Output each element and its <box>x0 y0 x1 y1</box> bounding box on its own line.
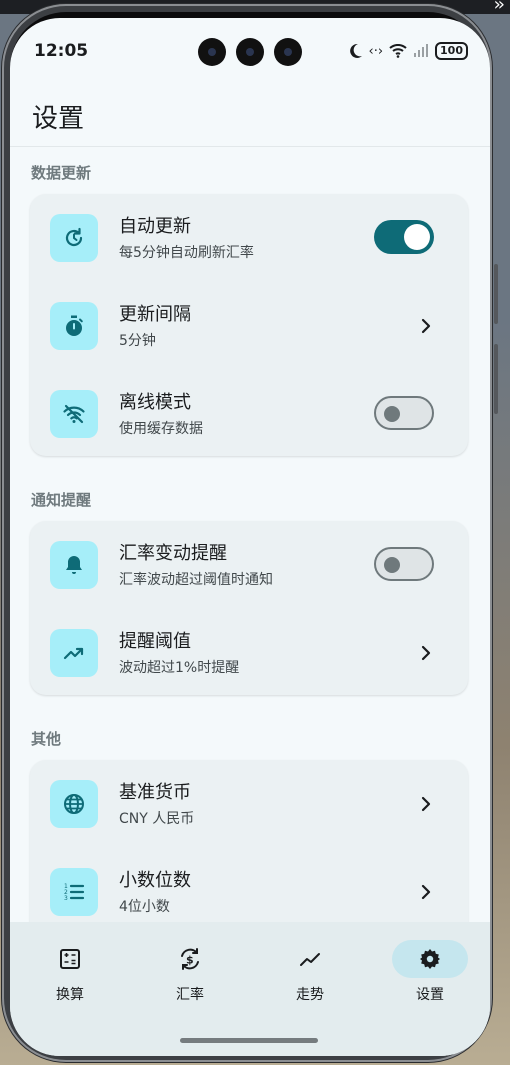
camera-lens-icon <box>236 38 264 66</box>
svg-text:3: 3 <box>64 895 68 902</box>
timer-icon <box>50 302 98 350</box>
setting-subtitle: 汇率波动超过阈值时通知 <box>119 572 273 588</box>
setting-row-base-currency[interactable]: 基准货币 CNY 人民币 <box>30 760 468 848</box>
moon-icon <box>349 43 362 58</box>
setting-title: 提醒阈值 <box>119 631 191 652</box>
chevron-right-icon <box>421 796 431 812</box>
toggle-knob <box>404 224 430 250</box>
data-transfer-icon: ‹·› <box>368 43 384 59</box>
header-divider <box>10 146 490 147</box>
setting-title: 小数位数 <box>119 870 191 891</box>
setting-subtitle: 每5分钟自动刷新汇率 <box>119 245 254 261</box>
trend-line-icon <box>300 953 320 966</box>
bottom-navigation: 换算 $ 汇率 走势 设置 <box>10 922 490 1056</box>
wifi-off-icon <box>50 390 98 438</box>
setting-title: 汇率变动提醒 <box>119 543 227 564</box>
setting-subtitle: 4位小数 <box>119 899 170 915</box>
setting-row-offline-mode[interactable]: 离线模式 使用缓存数据 <box>30 370 468 458</box>
status-icons: ‹·› 100 <box>349 42 468 60</box>
settings-card-notifications: 汇率变动提醒 汇率波动超过阈值时通知 提醒阈值 波动超过1%时提醒 <box>30 521 468 695</box>
settings-card-data-update: 自动更新 每5分钟自动刷新汇率 更新间隔 5分钟 离线模式 使用缓存数据 <box>30 194 468 456</box>
gear-icon <box>420 949 440 969</box>
nav-item-settings[interactable]: 设置 <box>370 940 490 1010</box>
phone-frame: 12:05 ‹·› 100 设置 数据更新 自动更新 每5分钟自动刷新汇率 更新… <box>2 4 498 1062</box>
rate-alert-toggle[interactable] <box>374 547 434 581</box>
refresh-clock-icon <box>50 214 98 262</box>
app-screen: 12:05 ‹·› 100 设置 数据更新 自动更新 每5分钟自动刷新汇率 更新… <box>10 18 490 1056</box>
toggle-knob <box>384 557 400 573</box>
nav-label: 设置 <box>416 987 444 1003</box>
status-time: 12:05 <box>34 41 89 61</box>
setting-row-alert-threshold[interactable]: 提醒阈值 波动超过1%时提醒 <box>30 609 468 697</box>
toggle-knob <box>384 406 400 422</box>
section-label-data-update: 数据更新 <box>31 164 92 182</box>
chevron-right-icon <box>421 645 431 661</box>
setting-subtitle: 波动超过1%时提醒 <box>119 660 240 676</box>
setting-title: 离线模式 <box>119 392 191 413</box>
overflow-chevron-icon: ›› <box>493 0 506 15</box>
camera-lens-icon <box>198 38 226 66</box>
calculator-icon <box>60 949 80 969</box>
currency-exchange-icon: $ <box>181 948 199 970</box>
setting-subtitle: 使用缓存数据 <box>119 421 203 437</box>
setting-title: 自动更新 <box>119 216 191 237</box>
volume-button <box>494 264 498 324</box>
offline-mode-toggle[interactable] <box>374 396 434 430</box>
nav-label: 走势 <box>296 987 324 1003</box>
camera-lens-icon <box>274 38 302 66</box>
nav-item-trends[interactable]: 走势 <box>250 940 370 1010</box>
status-bar: 12:05 ‹·› 100 <box>10 18 490 78</box>
globe-icon <box>50 780 98 828</box>
nav-label: 换算 <box>56 987 84 1003</box>
setting-row-auto-update[interactable]: 自动更新 每5分钟自动刷新汇率 <box>30 194 468 282</box>
section-label-notifications: 通知提醒 <box>31 491 92 509</box>
setting-row-rate-alert[interactable]: 汇率变动提醒 汇率波动超过阈值时通知 <box>30 521 468 609</box>
home-indicator[interactable] <box>180 1038 318 1043</box>
svg-text:$: $ <box>186 954 194 967</box>
setting-row-update-interval[interactable]: 更新间隔 5分钟 <box>30 282 468 370</box>
nav-label: 汇率 <box>176 987 204 1003</box>
power-button <box>494 344 498 414</box>
signal-icon <box>414 44 429 57</box>
section-label-other: 其他 <box>31 730 62 748</box>
nav-item-convert[interactable]: 换算 <box>10 940 130 1010</box>
chevron-right-icon <box>421 884 431 900</box>
battery-indicator: 100 <box>435 42 468 60</box>
bell-icon <box>50 541 98 589</box>
nav-item-rates[interactable]: $ 汇率 <box>130 940 250 1010</box>
setting-title: 更新间隔 <box>119 304 191 325</box>
setting-subtitle: 5分钟 <box>119 333 156 349</box>
setting-subtitle: CNY 人民币 <box>119 811 195 827</box>
wifi-icon <box>389 44 407 58</box>
auto-update-toggle[interactable] <box>374 220 434 254</box>
trending-up-icon <box>50 629 98 677</box>
numbered-list-icon: 123 <box>50 868 98 916</box>
chevron-right-icon <box>421 318 431 334</box>
setting-title: 基准货币 <box>119 782 191 803</box>
page-title: 设置 <box>32 104 85 134</box>
